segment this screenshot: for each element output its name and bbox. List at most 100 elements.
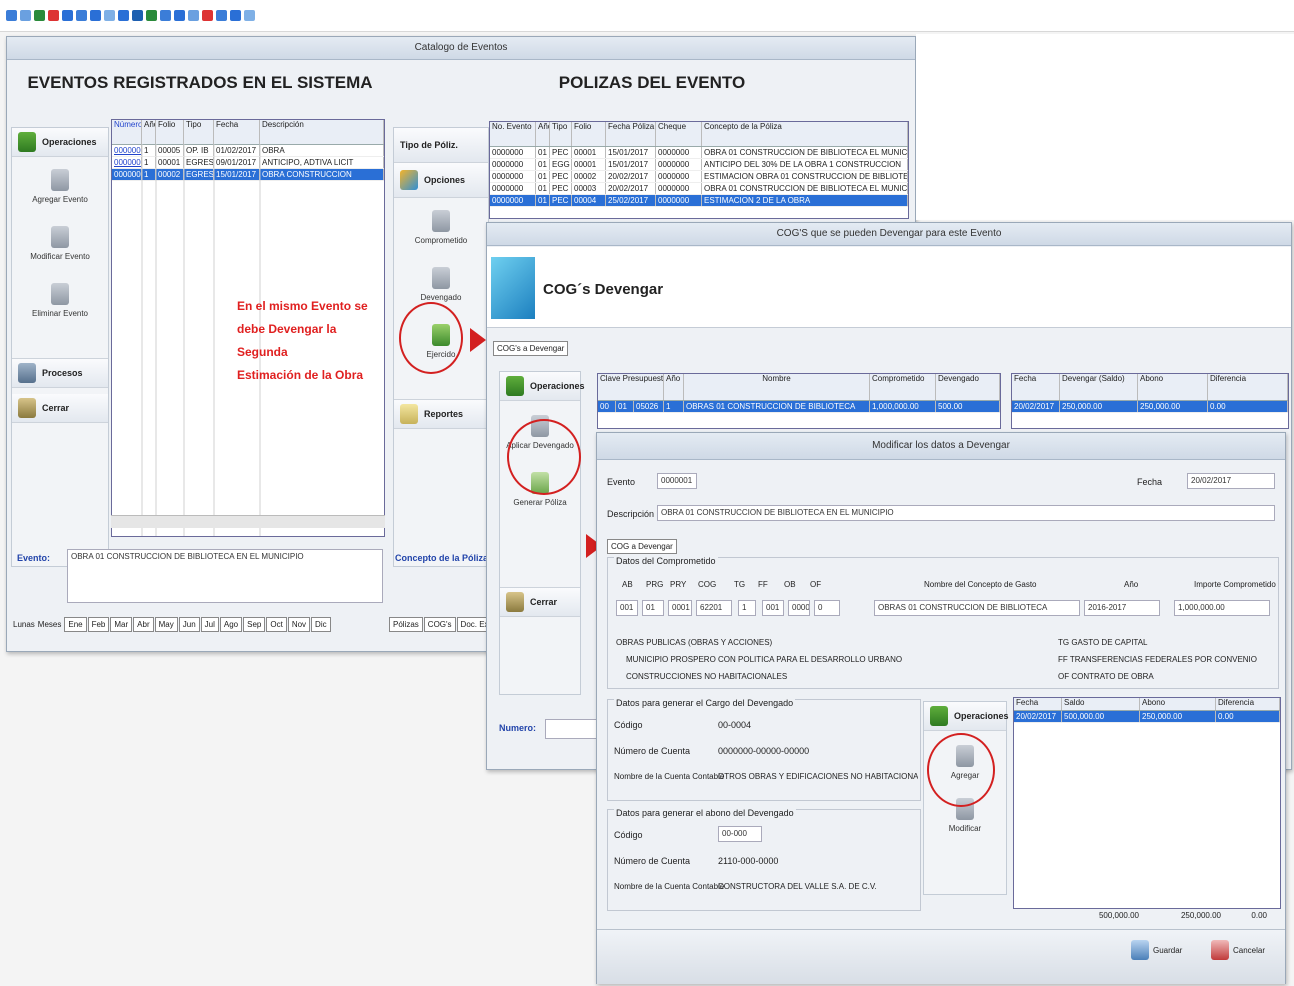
cog-operations-header[interactable]: Operaciones	[500, 372, 585, 401]
month-tab[interactable]: Nov	[287, 617, 311, 632]
toolbar-icon[interactable]	[118, 10, 129, 21]
description-field[interactable]: OBRA 01 CONSTRUCCION DE BIBLIOTECA EN EL…	[657, 505, 1275, 521]
comprometido-button[interactable]: Comprometido	[394, 210, 488, 245]
toolbar-icon[interactable]	[132, 10, 143, 21]
table-row[interactable]: 0000000 01 PEC 00004 25/02/2017 0000000 ESTIMA…	[490, 195, 908, 207]
tab-cogs-devengar[interactable]: COG's a Devengar	[493, 341, 569, 356]
toolbar-icon[interactable]	[174, 10, 185, 21]
toolbar-icon[interactable]	[146, 10, 157, 21]
table-row[interactable]: 0000000 01 PEC 00002 20/02/2017 0000000 ESTIMA…	[490, 171, 908, 183]
toolbar-icon[interactable]	[216, 10, 227, 21]
table-row[interactable]: 0000000 01 EGG 00001 15/01/2017 0000000 ANTICI…	[490, 159, 908, 171]
delete-event-button[interactable]: Eliminar Evento	[12, 283, 108, 318]
month-tab[interactable]: May	[154, 617, 178, 632]
table-row[interactable]: 0000000 01 PEC 00003 20/02/2017 0000000 OBRA 0…	[490, 183, 908, 195]
cog-close-button[interactable]: Cerrar	[500, 587, 580, 617]
event-field[interactable]: 0000001	[657, 473, 697, 489]
toolbar-icon[interactable]	[160, 10, 171, 21]
modify-event-label: Modificar Evento	[30, 252, 90, 261]
cog-number-label: Numero:	[499, 723, 537, 733]
month-tab[interactable]: Mar	[110, 617, 133, 632]
cog-right-row[interactable]: 20/02/2017 250,000.00 250,000.00 0.00	[1012, 401, 1288, 413]
modify-event-button[interactable]: Modificar Evento	[12, 226, 108, 261]
month-tab[interactable]: Oct	[266, 617, 287, 632]
month-tab[interactable]: Ene	[64, 617, 87, 632]
month-tab[interactable]: Feb	[87, 617, 110, 632]
devengado-button[interactable]: Devengado	[394, 267, 488, 302]
table-row[interactable]: 0000001100001EGRESO09/01/2017ANTICIPO, A…	[112, 157, 384, 169]
month-tab[interactable]: Abr	[133, 617, 154, 632]
operations-icon	[506, 376, 524, 396]
devengo-grid[interactable]: Fecha Saldo Abono Diferencia 20/02/2017 …	[1013, 697, 1281, 909]
cell: EGRESO	[186, 157, 214, 168]
toolbar-icon[interactable]	[230, 10, 241, 21]
committed-value-field[interactable]: 001	[616, 600, 638, 616]
month-tab[interactable]: Jun	[178, 617, 200, 632]
cell: 15/01/2017	[606, 159, 656, 170]
committed-value-field[interactable]: 1	[738, 600, 756, 616]
committed-value-field[interactable]: 2016-2017	[1084, 600, 1160, 616]
col-header: Descripción	[260, 120, 384, 144]
toolbar-icon[interactable]	[76, 10, 87, 21]
table-row[interactable]: 0000001100005OP. IB01/02/2017OBRA	[112, 145, 384, 157]
toolbar-icon[interactable]	[202, 10, 213, 21]
month-tab[interactable]: Jul	[200, 617, 219, 632]
reports-button[interactable]: Reportes	[394, 399, 488, 429]
events-scrollbar[interactable]	[111, 515, 385, 528]
committed-col-header: PRY	[670, 580, 687, 589]
options-header[interactable]: Opciones	[394, 163, 488, 198]
operations-header[interactable]: Operaciones	[12, 128, 108, 157]
toolbar-icon[interactable]	[62, 10, 73, 21]
delete-event-label: Eliminar Evento	[31, 309, 89, 318]
devengo-row[interactable]: 20/02/2017 500,000.00 250,000.00 0.00	[1014, 711, 1280, 723]
tab-polizas[interactable]: Pólizas	[389, 617, 423, 632]
committed-columns: AB PRG PRY COG TG FF OB OF Nombre del Concepto d…	[614, 580, 1276, 592]
toolbar-icon[interactable]	[104, 10, 115, 21]
devengado-icon	[432, 267, 450, 289]
event-description-field[interactable]: OBRA 01 CONSTRUCCION DE BIBLIOTECA EN EL…	[67, 549, 383, 603]
add-event-button[interactable]: Agregar Evento	[12, 169, 108, 204]
table-row[interactable]: 0000000 01 PEC 00001 15/01/2017 0000000 OBRA 0…	[490, 147, 908, 159]
cell: 0000000	[490, 195, 536, 206]
committed-value-field[interactable]: 0	[814, 600, 840, 616]
cancel-button[interactable]: Cancelar	[1211, 940, 1265, 960]
cell: 15/01/2017	[606, 147, 656, 158]
committed-value-field[interactable]: 001	[762, 600, 784, 616]
tab-cog-devengar[interactable]: COG a Devengar	[607, 539, 677, 554]
month-tab[interactable]: Dic	[311, 617, 331, 632]
close-button[interactable]: Cerrar	[12, 394, 108, 423]
operations-icon	[930, 706, 948, 726]
committed-value-field[interactable]: 01	[642, 600, 664, 616]
cog-grid[interactable]: Clave Presupuestal Año Nombre Comprometi…	[597, 373, 1001, 429]
table-row[interactable]: 0000002100002EGRESO15/01/2017OBRA CONSTR…	[112, 169, 384, 181]
toolbar-icon[interactable]	[244, 10, 255, 21]
toolbar-icon[interactable]	[188, 10, 199, 21]
toolbar-icon[interactable]	[6, 10, 17, 21]
committed-value-field[interactable]: 1,000,000.00	[1174, 600, 1270, 616]
committed-value-field[interactable]: 0001	[668, 600, 692, 616]
cog-right-grid[interactable]: Fecha Devengar (Saldo) Abono Diferencia …	[1011, 373, 1289, 429]
cog-row[interactable]: 00 01 05026 1 OBRAS 01 CONSTRUCCION DE B…	[598, 401, 1000, 413]
committed-section: Datos del Comprometido AB PRG PRY COG TG FF OB…	[607, 556, 1279, 689]
toolbar-icon[interactable]	[20, 10, 31, 21]
abono-code-value[interactable]: 00-000	[718, 826, 762, 842]
committed-value-field[interactable]: OBRAS 01 CONSTRUCCION DE BIBLIOTECA	[874, 600, 1080, 616]
tab-cogs[interactable]: COG's	[423, 617, 456, 632]
month-tab[interactable]: Ago	[219, 617, 243, 632]
processes-button[interactable]: Procesos	[12, 358, 108, 388]
toolbar-icon[interactable]	[48, 10, 59, 21]
poliza-type-button[interactable]: Tipo de Póliz.	[394, 128, 488, 163]
month-tab[interactable]: Sep	[243, 617, 266, 632]
committed-value-field[interactable]: 00000	[788, 600, 810, 616]
ok-button[interactable]: Guardar	[1131, 940, 1182, 960]
committed-value-field[interactable]: 62201	[696, 600, 732, 616]
cell: ESTIMACION OBRA 01 CONSTRUCCION DE BIBLI…	[704, 171, 908, 182]
modify-operations-header[interactable]: Operaciones	[924, 702, 1009, 731]
polizas-grid[interactable]: No. Evento Año Tipo Folio Fecha Póliza C…	[489, 121, 909, 219]
devengado-label: Devengado	[420, 293, 462, 302]
committed-col-header: AB	[622, 580, 633, 589]
cog-number-field[interactable]	[545, 719, 597, 739]
toolbar-icon[interactable]	[34, 10, 45, 21]
toolbar-icon[interactable]	[90, 10, 101, 21]
date-field[interactable]: 20/02/2017	[1187, 473, 1275, 489]
